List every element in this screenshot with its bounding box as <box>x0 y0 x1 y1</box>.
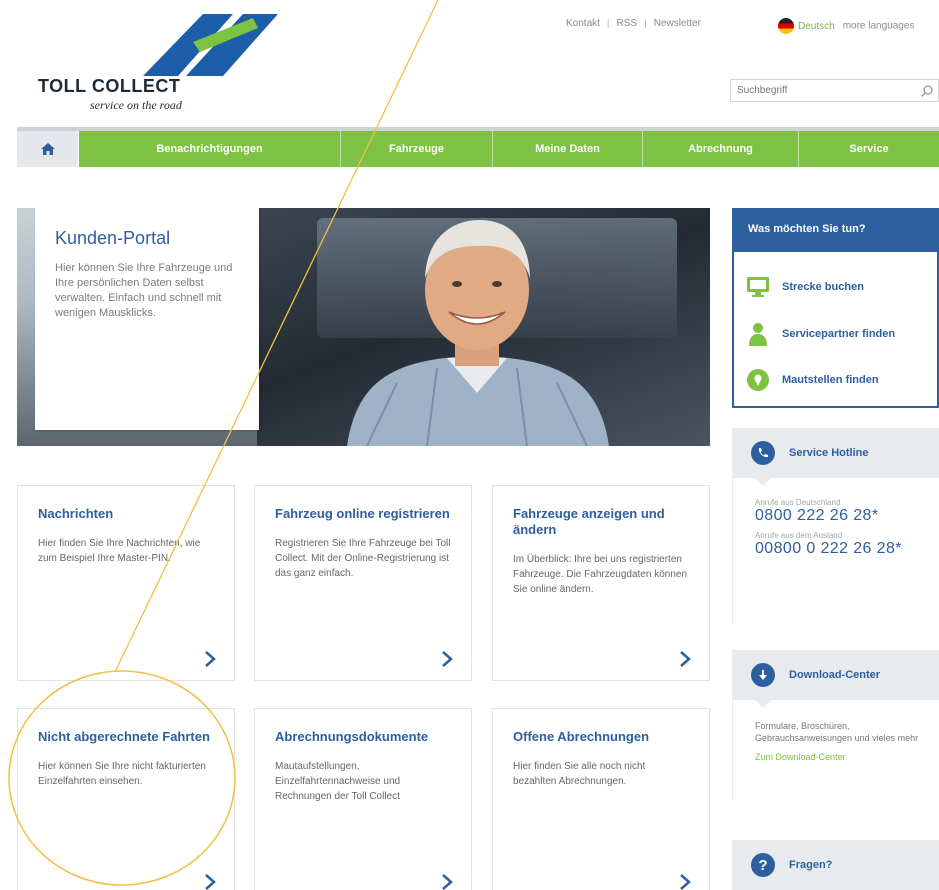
faq-box[interactable]: ? Fragen? <box>732 840 939 890</box>
card-title: Offene Abrechnungen <box>513 729 650 744</box>
header-notch <box>755 478 771 486</box>
hero-info-box: Kunden-Portal Hier können Sie Ihre Fahrz… <box>35 208 259 430</box>
card-fahrzeug-registrieren[interactable]: Fahrzeug online registrieren Registriere… <box>254 485 472 681</box>
hero-title: Kunden-Portal <box>55 228 171 248</box>
separator: | <box>644 18 647 29</box>
download-header[interactable]: Download-Center <box>733 650 939 700</box>
phone-icon <box>751 441 775 465</box>
chevron-right-icon[interactable] <box>441 873 453 890</box>
nav-item-fahrzeuge[interactable]: Fahrzeuge <box>341 131 493 167</box>
nav-item-service[interactable]: Service <box>799 131 939 167</box>
newsletter-link[interactable]: Newsletter <box>654 18 701 29</box>
logo-mark-icon <box>143 14 278 76</box>
hotline-de-number[interactable]: 0800 222 26 28* <box>755 507 939 525</box>
action-mautstellen-finden[interactable]: Mautstellen finden <box>746 368 879 392</box>
nav-home[interactable] <box>17 131 79 167</box>
logo[interactable]: TOLL COLLECT service on the road <box>38 12 278 112</box>
faq-header: ? Fragen? <box>733 840 939 890</box>
nav-item-benachrichtigungen[interactable]: Benachrichtigungen <box>79 131 341 167</box>
hero-banner: Kunden-Portal Hier können Sie Ihre Fahrz… <box>17 208 710 446</box>
search-icon[interactable] <box>920 84 934 98</box>
hotline-title: Service Hotline <box>789 447 869 459</box>
card-offene-abrechnungen[interactable]: Offene Abrechnungen Hier finden Sie alle… <box>492 708 710 890</box>
chevron-right-icon[interactable] <box>679 650 691 668</box>
download-icon <box>751 663 775 687</box>
action-label: Strecke buchen <box>782 281 864 293</box>
chevron-right-icon[interactable] <box>441 650 453 668</box>
card-text: Hier finden Sie Ihre Nachrichten, wie zu… <box>38 538 201 564</box>
main-nav: Benachrichtigungen Fahrzeuge Meine Daten… <box>17 127 939 167</box>
language-switcher: Deutsch more languages <box>778 18 914 34</box>
card-text: Hier finden Sie alle noch nicht bezahlte… <box>513 761 646 787</box>
hero-text: Hier können Sie Ihre Fahrzeuge und Ihre … <box>55 262 233 319</box>
card-nachrichten[interactable]: Nachrichten Hier finden Sie Ihre Nachric… <box>17 485 235 681</box>
more-languages-link[interactable]: more languages <box>843 21 915 32</box>
hotline-abroad-number[interactable]: 00800 0 222 26 28* <box>755 540 939 558</box>
quick-actions-box: Was möchten Sie tun? Strecke buchen Serv… <box>732 208 939 408</box>
card-nicht-abgerechnete-fahrten[interactable]: Nicht abgerechnete Fahrten Hier können S… <box>17 708 235 890</box>
action-label: Mautstellen finden <box>782 374 879 386</box>
card-fahrzeuge-anzeigen[interactable]: Fahrzeuge anzeigen und ändern Im Überbli… <box>492 485 710 681</box>
logo-tagline: service on the road <box>90 98 182 112</box>
top-links: Kontakt | RSS | Newsletter <box>566 18 701 29</box>
chevron-right-icon[interactable] <box>204 650 216 668</box>
chevron-right-icon[interactable] <box>679 873 691 890</box>
card-text: Mautaufstellungen, Einzelfahrtennachweis… <box>275 761 401 802</box>
card-abrechnungsdokumente[interactable]: Abrechnungsdokumente Mautaufstellungen, … <box>254 708 472 890</box>
action-servicepartner-finden[interactable]: Servicepartner finden <box>746 322 895 346</box>
rss-link[interactable]: RSS <box>617 18 638 29</box>
action-label: Servicepartner finden <box>782 328 896 340</box>
search-input[interactable] <box>731 80 911 101</box>
hotline-de-label: Anrufe aus Deutschland <box>755 498 841 507</box>
separator: | <box>606 18 610 29</box>
person-icon <box>749 323 767 346</box>
service-hotline-box: Service Hotline Anrufe aus Deutschland 0… <box>732 428 939 624</box>
logo-name: TOLL COLLECT <box>38 76 181 96</box>
card-title: Nachrichten <box>38 506 114 521</box>
card-title: Fahrzeuge anzeigen und ändern <box>513 506 665 537</box>
location-pin-icon <box>747 369 769 391</box>
card-text: Im Überblick: Ihre bei uns registrierten… <box>513 554 688 595</box>
hotline-abroad-label: Anrufe aus dem Ausland <box>755 531 843 540</box>
search-box <box>730 79 939 102</box>
faq-title: Fragen? <box>789 859 833 871</box>
download-text: Formulare, Broschüren, Gebrauchsanweisun… <box>755 721 919 743</box>
card-title: Fahrzeug online registrieren <box>275 506 450 521</box>
download-center-box: Download-Center Formulare, Broschüren, G… <box>732 650 939 800</box>
hotline-header: Service Hotline <box>733 428 939 478</box>
download-title: Download-Center <box>789 669 881 681</box>
home-icon <box>40 143 55 155</box>
german-flag-icon <box>778 18 794 34</box>
monitor-icon <box>747 277 769 297</box>
download-center-link[interactable]: Zum Download-Center <box>755 752 939 762</box>
quick-actions-title: Was möchten Sie tun? <box>734 210 937 252</box>
chevron-right-icon[interactable] <box>204 873 216 890</box>
hero-person-image <box>347 220 609 446</box>
card-title: Abrechnungsdokumente <box>275 729 429 744</box>
nav-item-meine-daten[interactable]: Meine Daten <box>493 131 643 167</box>
language-current[interactable]: Deutsch <box>798 21 835 32</box>
nav-item-abrechnung[interactable]: Abrechnung <box>643 131 799 167</box>
question-icon: ? <box>751 853 775 877</box>
contact-link[interactable]: Kontakt <box>566 18 600 29</box>
header-notch <box>755 700 771 708</box>
card-text: Registrieren Sie Ihre Fahrzeuge bei Toll… <box>275 538 451 579</box>
card-text: Hier können Sie Ihre nicht fakturierten … <box>38 761 206 787</box>
action-strecke-buchen[interactable]: Strecke buchen <box>746 276 864 298</box>
card-title: Nicht abgerechnete Fahrten <box>38 729 210 744</box>
